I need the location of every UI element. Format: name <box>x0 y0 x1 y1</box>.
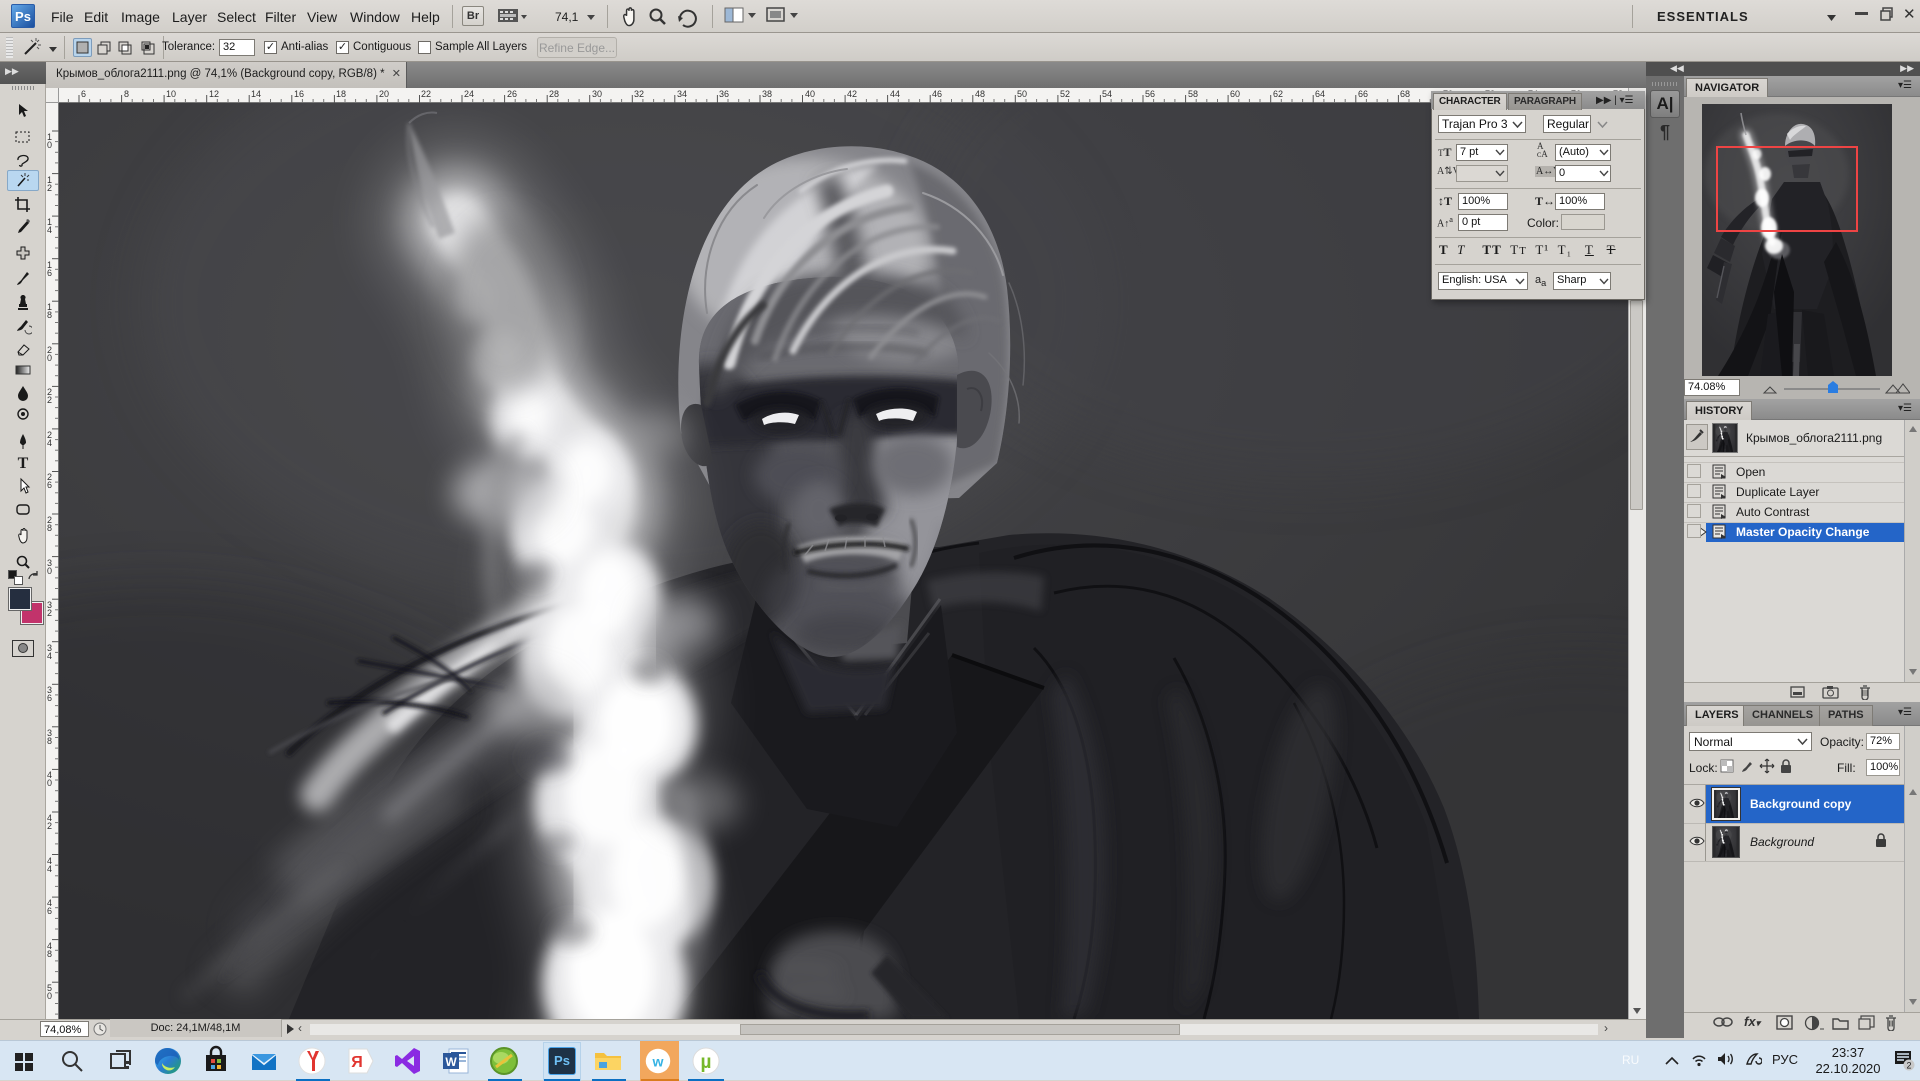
svg-text:T: T <box>18 455 29 471</box>
svg-text:Я: Я <box>351 1054 363 1071</box>
svg-text:w: w <box>652 1054 664 1070</box>
svg-text:µ: µ <box>701 1052 712 1073</box>
svg-text:2: 2 <box>1906 1061 1911 1071</box>
svg-text:W: W <box>445 1055 457 1069</box>
